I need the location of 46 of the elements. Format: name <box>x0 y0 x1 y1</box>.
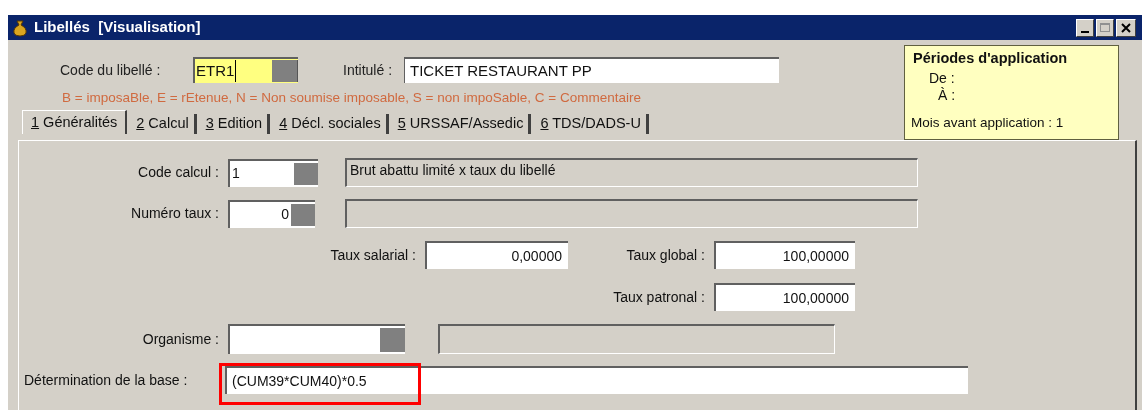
field-label: Code du libellé : <box>60 60 162 80</box>
numero-taux-field[interactable]: 0 <box>228 199 315 228</box>
field-label: Organisme : <box>141 329 219 349</box>
field-value: 0 <box>281 205 290 224</box>
tab[interactable]: 3 Edition <box>200 114 271 134</box>
tab[interactable]: 1 Généralités <box>22 110 128 134</box>
input-field[interactable]: 100,00000 <box>714 283 855 311</box>
organisme-field[interactable] <box>228 324 405 354</box>
field-label: De : <box>929 69 956 87</box>
close-button[interactable] <box>1116 18 1136 37</box>
tab[interactable]: 6 TDS/DADS-U <box>535 114 649 134</box>
base-field[interactable]: (CUM39*CUM40)*0.5 <box>225 366 968 394</box>
input-field[interactable]: 0,00000 <box>425 241 568 269</box>
tab[interactable]: 2 Calcul <box>131 114 197 134</box>
window-title: Libellés [Visualisation] <box>34 17 201 38</box>
maximize-button[interactable] <box>1096 18 1114 37</box>
dropdown-button[interactable] <box>291 203 315 226</box>
field-label: Code calcul : <box>137 163 219 182</box>
tab[interactable]: 5 URSSAF/Assedic <box>392 114 532 134</box>
input-field[interactable]: TICKET RESTAURANT PP <box>404 57 780 83</box>
dropdown-button[interactable] <box>294 162 318 185</box>
field-label: Détermination de la base : <box>23 370 189 390</box>
field-label: Numéro taux : <box>130 204 219 223</box>
field-value: Brut abattu limité x taux du libellé <box>350 162 556 178</box>
field-label: Taux global : <box>625 245 705 265</box>
tab[interactable]: 4 Décl. sociales <box>274 114 389 134</box>
field-value: 100,00000 <box>782 246 849 266</box>
close-icon <box>1121 22 1131 33</box>
money-bag-icon <box>12 18 28 37</box>
field-value: 0,00000 <box>511 246 562 266</box>
minimize-button[interactable] <box>1076 18 1094 37</box>
field-value: ETR1 <box>195 59 237 83</box>
code-field[interactable]: ETR1 <box>193 57 298 83</box>
field-label: Intitulé : <box>343 60 393 80</box>
field-label: Taux salarial : <box>329 245 416 265</box>
code-calcul-field[interactable]: 1 <box>228 158 318 187</box>
field-value: 100,00000 <box>782 288 849 308</box>
input-field[interactable]: 100,00000 <box>714 241 855 269</box>
field-value: (CUM39*CUM40)*0.5 <box>232 371 367 391</box>
months-text: Mois avant application : 1 <box>911 113 1065 132</box>
panel-title: Périodes d'application <box>913 49 1069 68</box>
legend-text: B = imposaBle, E = rEtenue, N = Non soumise imposable, S = non impoSable, C = Commentaire <box>62 89 642 106</box>
field-value: 1 <box>231 164 240 183</box>
field-label: Taux patronal : <box>612 287 705 307</box>
field-value: TICKET RESTAURANT PP <box>410 60 592 81</box>
field-label: À : <box>938 86 957 104</box>
